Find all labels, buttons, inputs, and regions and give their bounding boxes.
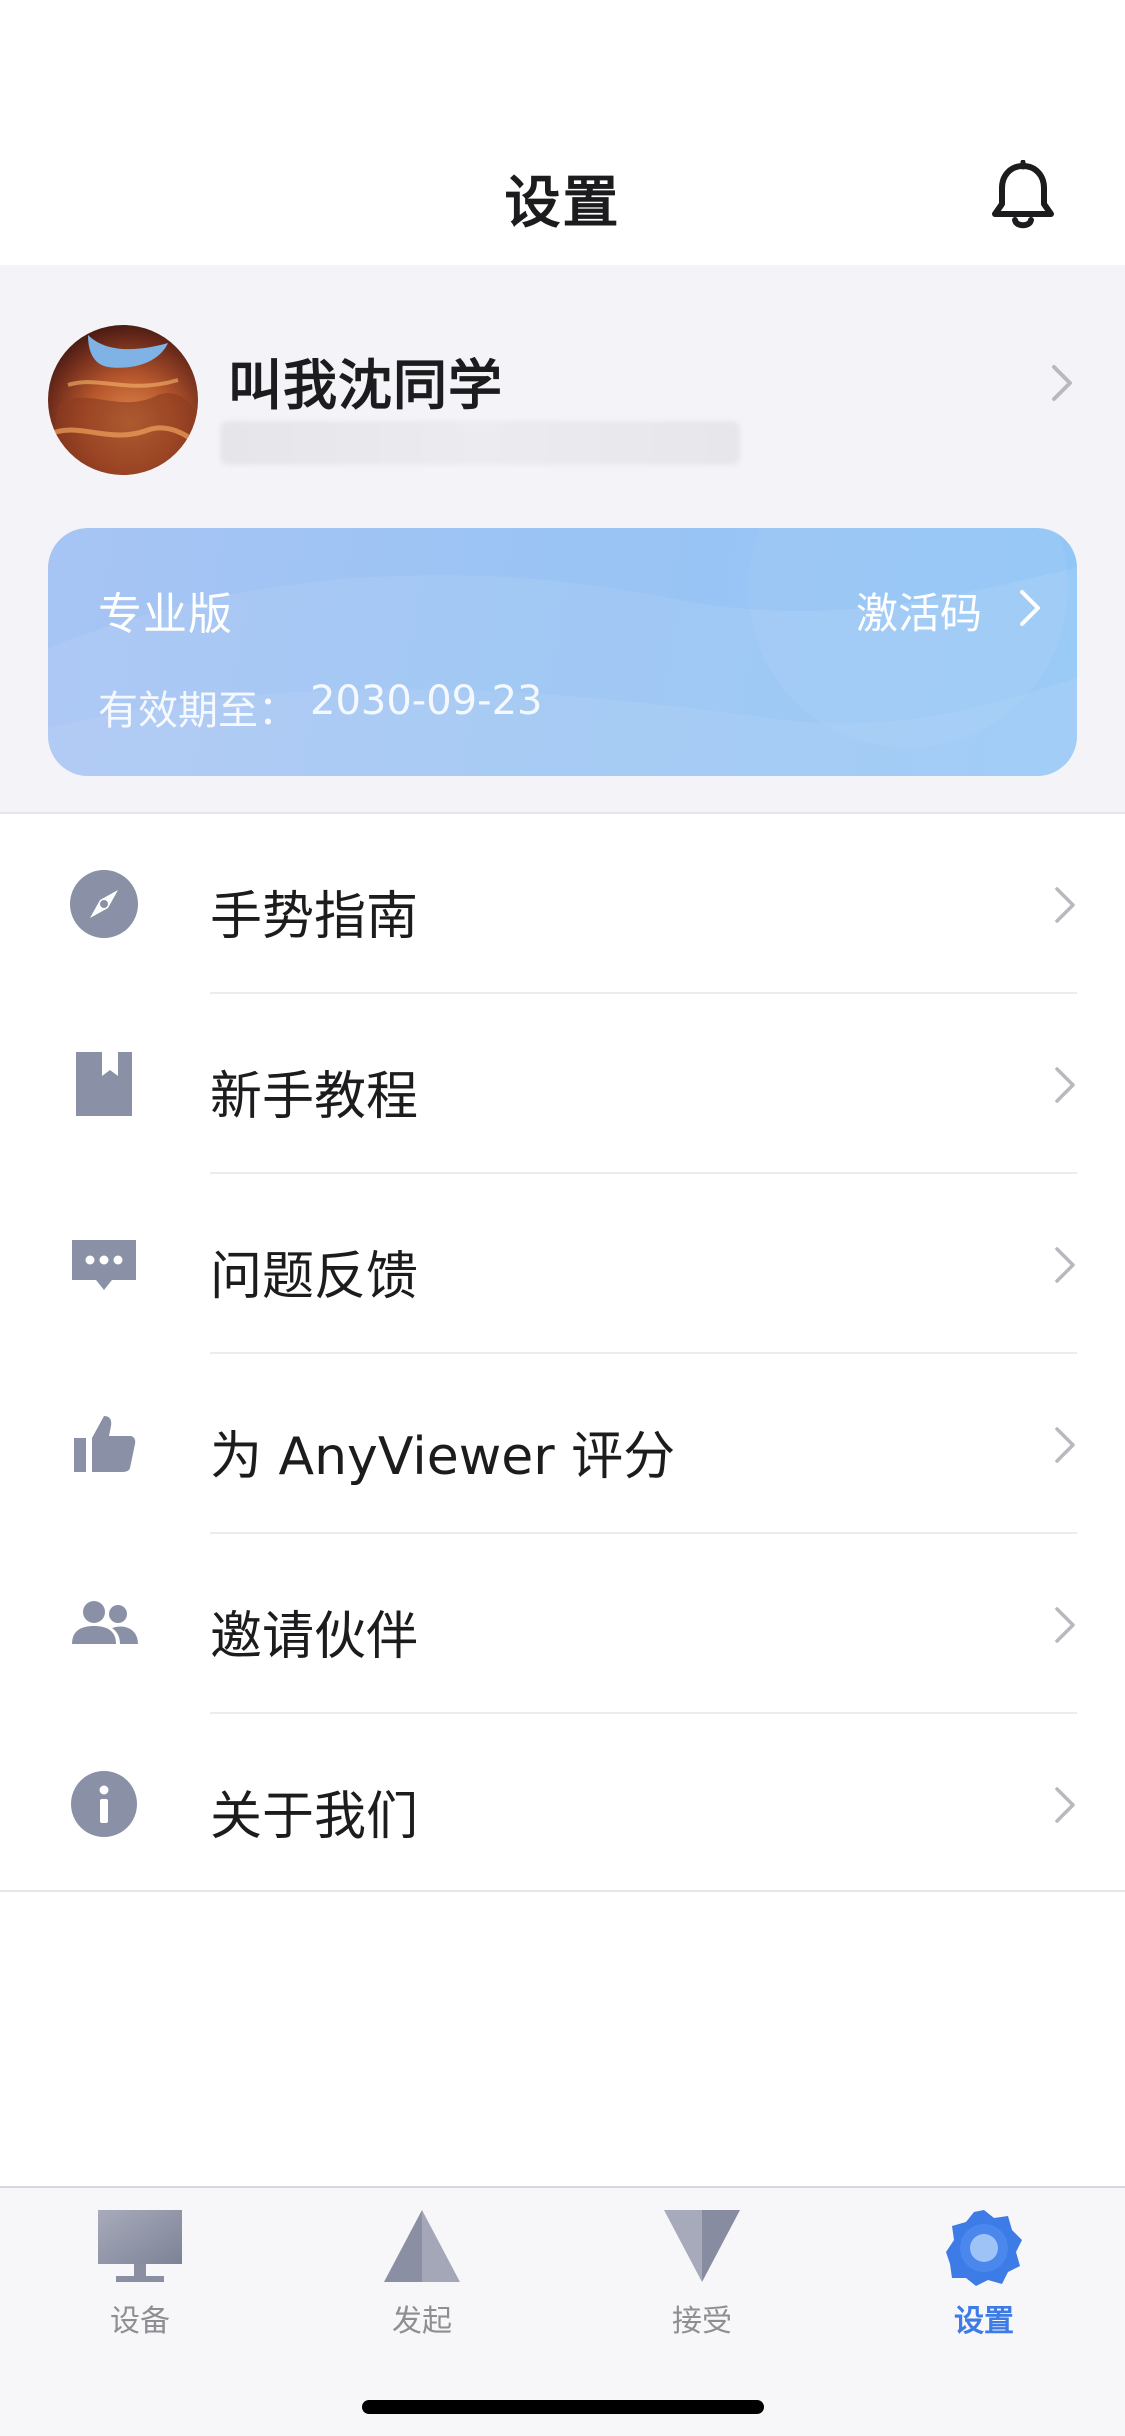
- home-indicator[interactable]: [362, 2400, 764, 2414]
- people-icon: [72, 1601, 138, 1644]
- chevron-right-icon: [1055, 1427, 1075, 1463]
- tab-devices[interactable]: 设备: [40, 2208, 240, 2339]
- avatar-image: [48, 325, 198, 475]
- subscription-card[interactable]: 专业版 有效期至： 2030-09-23 激活码: [48, 528, 1077, 776]
- chevron-right-icon: [1055, 1247, 1075, 1283]
- divider: [0, 1890, 1125, 1892]
- header: 设置: [0, 0, 1125, 265]
- bookmark-icon: [76, 1052, 132, 1116]
- account-email-redacted: [220, 421, 740, 465]
- triangle-down-icon: [664, 2210, 740, 2282]
- menu-item-gesture-guide[interactable]: 手势指南: [0, 814, 1125, 994]
- avatar[interactable]: [48, 325, 198, 475]
- tab-initiate[interactable]: 发起: [322, 2208, 522, 2339]
- triangle-up-icon: [384, 2210, 460, 2282]
- page-title: 设置: [504, 171, 621, 236]
- menu-item-label: 新手教程: [210, 1067, 419, 1127]
- card-wave-decoration: [48, 528, 1077, 776]
- chevron-right-icon: [1055, 1067, 1075, 1103]
- plan-name: 专业版: [98, 589, 233, 640]
- tab-label: 发起: [392, 2304, 452, 2339]
- menu-item-label: 手势指南: [210, 887, 419, 947]
- chevron-right-icon[interactable]: [1050, 363, 1074, 403]
- gear-icon: [946, 2210, 1022, 2286]
- tab-accept[interactable]: 接受: [602, 2208, 802, 2339]
- info-icon: [71, 1771, 137, 1837]
- menu-item-invite[interactable]: 邀请伙伴: [0, 1534, 1125, 1714]
- tab-label: 设备: [110, 2304, 170, 2339]
- bell-icon[interactable]: [990, 160, 1056, 232]
- tab-label: 接受: [672, 2304, 732, 2339]
- username: 叫我沈同学: [228, 354, 503, 417]
- activation-code-link[interactable]: 激活码: [856, 580, 982, 641]
- menu-item-label: 问题反馈: [210, 1247, 419, 1307]
- chevron-right-icon: [1020, 590, 1040, 626]
- menu-item-rate-app[interactable]: 为 AnyViewer 评分: [0, 1354, 1125, 1534]
- menu-item-feedback[interactable]: 问题反馈: [0, 1174, 1125, 1354]
- profile-section: 叫我沈同学 专业版 有效期至： 2030-09-23 激活码: [0, 265, 1125, 813]
- tab-bar: 设备 发起 接受 设置: [0, 2186, 1125, 2436]
- settings-menu: 手势指南 新手教程 问题反馈 为 AnyViewer 评分 邀请伙伴 关于我们: [0, 814, 1125, 1892]
- settings-screen: 设置 叫我沈同学 专业版 有效期至： 2030-09-23 激活码 手势指南 新…: [0, 0, 1125, 2436]
- chat-bubble-icon: [72, 1240, 136, 1290]
- menu-item-about[interactable]: 关于我们: [0, 1714, 1125, 1894]
- thumbs-up-icon: [74, 1416, 136, 1472]
- chevron-right-icon: [1055, 1607, 1075, 1643]
- menu-item-label: 为 AnyViewer 评分: [210, 1427, 676, 1487]
- menu-item-label: 关于我们: [210, 1787, 419, 1847]
- tab-settings[interactable]: 设置: [884, 2208, 1084, 2339]
- chevron-right-icon: [1055, 887, 1075, 923]
- expiry-date: 2030-09-23: [310, 678, 543, 724]
- chevron-right-icon: [1055, 1787, 1075, 1823]
- menu-item-tutorial[interactable]: 新手教程: [0, 994, 1125, 1174]
- tab-label: 设置: [954, 2304, 1014, 2339]
- menu-item-label: 邀请伙伴: [210, 1607, 419, 1667]
- monitor-icon: [98, 2210, 182, 2282]
- compass-icon: [70, 870, 138, 938]
- expiry-label: 有效期至：: [98, 688, 298, 734]
